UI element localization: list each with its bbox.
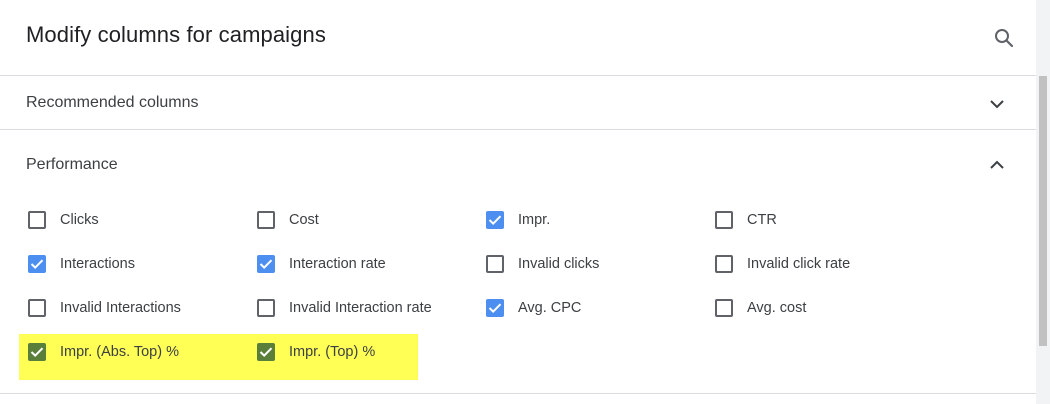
checkbox-unchecked[interactable] — [28, 211, 46, 229]
column-option-label: Invalid Interaction rate — [289, 300, 432, 316]
divider — [0, 393, 1036, 394]
section-recommended-columns[interactable]: Recommended columns — [0, 77, 1036, 130]
checkbox-unchecked[interactable] — [257, 211, 275, 229]
column-option-label: Invalid Interactions — [60, 300, 181, 316]
dialog-title: Modify columns for campaigns — [26, 22, 326, 47]
column-option-label: Avg. cost — [747, 300, 807, 316]
scrollbar-thumb[interactable] — [1039, 76, 1047, 346]
section-performance[interactable]: Performance — [0, 131, 1036, 191]
checkbox-checked[interactable] — [28, 343, 46, 361]
column-option-label: CTR — [747, 212, 777, 228]
checkbox-unchecked[interactable] — [257, 299, 275, 317]
column-option-label: Interaction rate — [289, 256, 386, 272]
column-option-label: Impr. (Abs. Top) % — [60, 344, 179, 360]
section-label: Performance — [26, 156, 118, 173]
column-option-label: Impr. — [518, 212, 551, 228]
checkbox-unchecked[interactable] — [715, 211, 733, 229]
column-option-label: Cost — [289, 212, 319, 228]
checkbox-checked[interactable] — [486, 211, 504, 229]
checkbox-checked[interactable] — [28, 255, 46, 273]
checkbox-unchecked[interactable] — [28, 299, 46, 317]
column-option-label: Invalid click rate — [747, 256, 851, 272]
checkbox-checked[interactable] — [486, 299, 504, 317]
modify-columns-dialog: Modify columns for campaigns Recommended… — [0, 0, 1036, 404]
search-icon[interactable] — [990, 24, 1018, 52]
column-option-label: Interactions — [60, 256, 135, 272]
section-label: Recommended columns — [26, 94, 199, 111]
column-option-label: Impr. (Top) % — [289, 344, 376, 360]
column-option-label: Invalid clicks — [518, 256, 600, 272]
column-option-label: Avg. CPC — [518, 300, 582, 316]
checkbox-checked[interactable] — [257, 255, 275, 273]
chevron-down-icon[interactable] — [987, 94, 1007, 114]
checkbox-checked[interactable] — [257, 343, 275, 361]
chevron-up-icon[interactable] — [987, 155, 1007, 175]
dialog-header: Modify columns for campaigns — [0, 0, 1036, 76]
checkbox-unchecked[interactable] — [715, 299, 733, 317]
checkbox-unchecked[interactable] — [715, 255, 733, 273]
column-option-label: Clicks — [60, 212, 99, 228]
checkbox-unchecked[interactable] — [486, 255, 504, 273]
